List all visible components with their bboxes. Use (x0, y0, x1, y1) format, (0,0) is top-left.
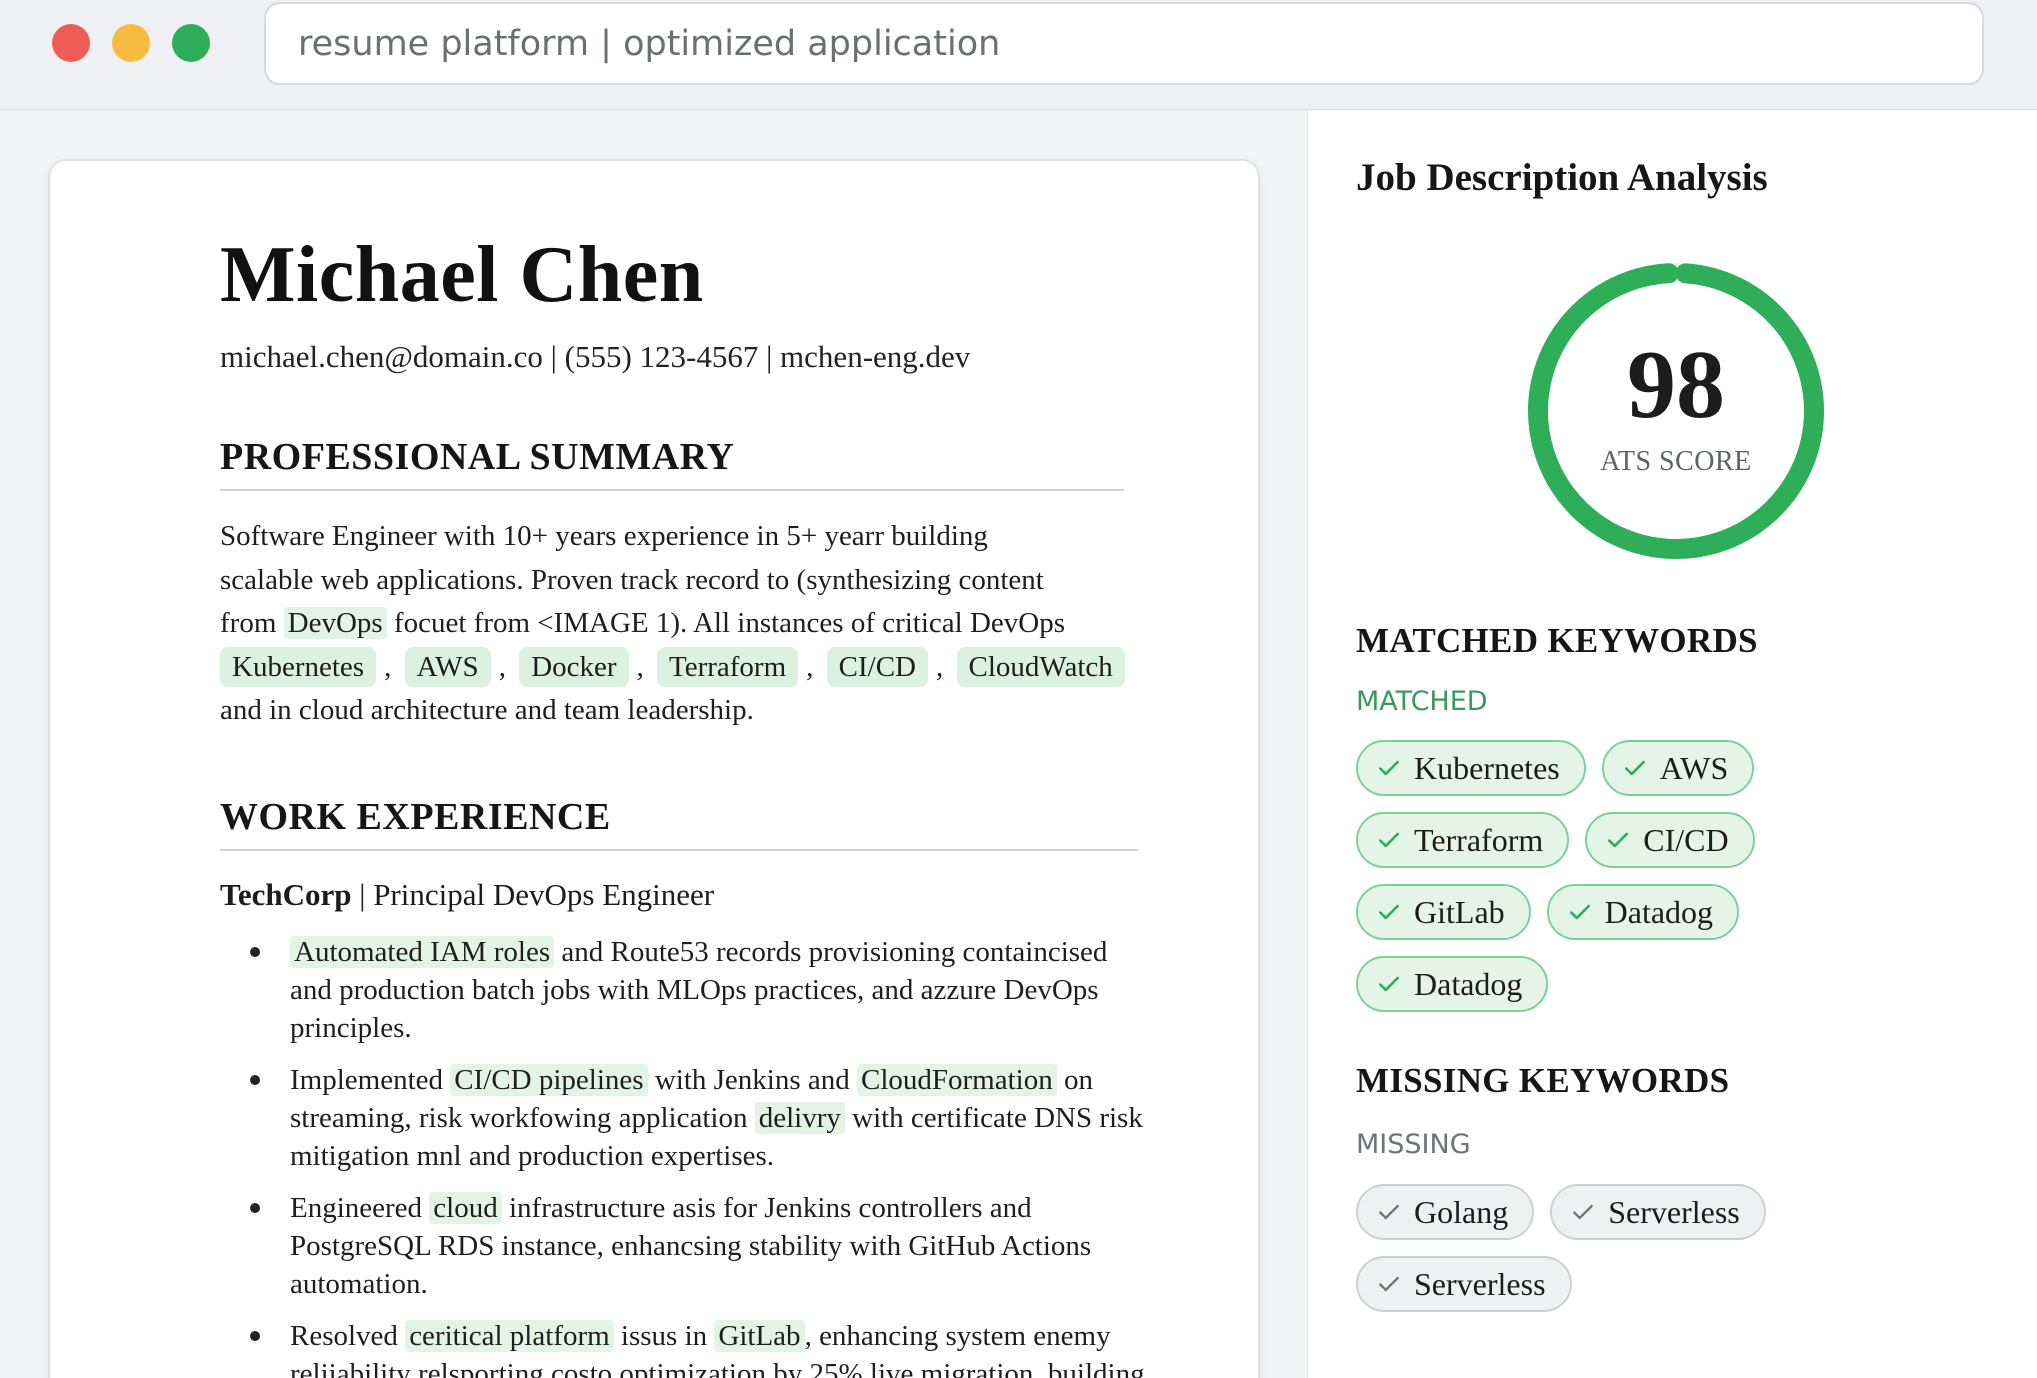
matched-keyword-tag[interactable]: AWS (1601, 740, 1755, 796)
missing-keyword-tag[interactable]: Golang (1356, 1184, 1535, 1240)
resume-document: Michael Chen michael.chen@domain.co | (5… (48, 159, 1260, 1378)
matched-keyword-tag[interactable]: Kubernetes (1356, 740, 1586, 796)
keyword-chip: AWS (404, 646, 491, 687)
keyword-chip: Kubernetes (220, 646, 377, 687)
analysis-panel: Job Description Analysis 98 ATS SCORE MA… (1307, 111, 2037, 1378)
keyword-chip: CI/CD (826, 646, 928, 687)
matched-keyword-tag[interactable]: Datadog (1546, 884, 1740, 940)
tag-label: AWS (1659, 749, 1729, 786)
ats-score-value: 98 (1627, 331, 1725, 439)
analysis-title: Job Description Analysis (1356, 156, 1768, 199)
resume-name: Michael Chen (220, 231, 704, 319)
tag-label: Datadog (1604, 893, 1714, 930)
main-area: Michael Chen michael.chen@domain.co | (5… (0, 111, 2037, 1378)
job-role: | Principal DevOps Engineer (351, 876, 715, 912)
summary-line: scalable web applications. Proven track … (220, 563, 1044, 596)
keyword-highlight: CloudFormation (857, 1063, 1057, 1096)
keyword-highlight: CI/CD pipelines (450, 1063, 648, 1096)
bullet-text: Implemented (290, 1063, 451, 1096)
missing-subheading: MISSING (1356, 1129, 1471, 1160)
tag-label: CI/CD (1643, 821, 1729, 858)
job-header: TechCorp | Principal DevOps Engineer (220, 877, 1200, 913)
keyword-chip: Terraform (657, 646, 799, 687)
summary-line: Software Engineer with 10+ years experie… (220, 520, 988, 552)
keyword-chip: Docker (519, 646, 629, 687)
check-icon (1573, 1204, 1594, 1220)
resume-contact: michael.chen@domain.co | (555) 123-4567 … (220, 339, 971, 374)
job-company: TechCorp (220, 876, 352, 912)
bullet-text: issus in (613, 1319, 715, 1352)
matched-keyword-tag[interactable]: Datadog (1356, 956, 1549, 1012)
summary-line: and in cloud architecture and team leade… (220, 694, 754, 726)
check-icon (1379, 904, 1399, 920)
summary-heading: PROFESSIONAL SUMMARY (220, 435, 1124, 491)
keyword-chip: CloudWatch (956, 646, 1125, 687)
bullet-text: Engineered (290, 1191, 430, 1224)
check-icon (1569, 904, 1590, 920)
missing-keywords-list: Golang Serverless Serverless (1356, 1184, 1836, 1312)
summary-keyword-chips: Kubernetes, AWS, Docker, Terraform, CI/C… (220, 646, 1130, 690)
address-text: resume platform | optimized application (298, 23, 1001, 64)
tag-label: Serverless (1608, 1193, 1740, 1230)
check-icon (1379, 1204, 1399, 1220)
check-icon (1379, 832, 1399, 848)
summary-text: Software Engineer with 10+ years experie… (220, 515, 1130, 733)
address-bar[interactable]: resume platform | optimized application (264, 2, 1984, 85)
matched-subheading: MATCHED (1356, 686, 1488, 717)
matched-keyword-tag[interactable]: CI/CD (1585, 812, 1755, 868)
summary-text-segment: from (220, 607, 284, 639)
summary-line: from DevOps focuet from <IMAGE 1). All i… (220, 602, 1130, 646)
experience-bullet: Automated IAM roles and Route53 records … (220, 933, 1150, 1047)
resume-content: Michael Chen michael.chen@domain.co | (5… (220, 231, 1200, 1378)
summary-text-segment: focuet from <IMAGE 1). All instances of … (386, 607, 1066, 639)
missing-keywords-heading: MISSING KEYWORDS (1356, 1061, 1730, 1100)
tag-label: GitLab (1414, 893, 1505, 930)
experience-bullet: Engineered cloud infrastructure asis for… (220, 1189, 1150, 1303)
keyword-highlight: delivry (754, 1101, 845, 1134)
check-icon (1379, 1276, 1399, 1292)
check-icon (1624, 760, 1645, 776)
window-close-button[interactable] (52, 24, 90, 62)
tag-label: Kubernetes (1414, 749, 1560, 786)
keyword-highlight: Automated IAM roles (290, 935, 555, 968)
tag-label: Terraform (1414, 821, 1544, 858)
ats-score-label: ATS SCORE (1600, 446, 1752, 477)
matched-keywords-heading: MATCHED KEYWORDS (1356, 621, 1758, 660)
missing-keyword-tag[interactable]: Serverless (1550, 1184, 1766, 1240)
tag-label: Golang (1414, 1193, 1509, 1230)
matched-keywords-list: Kubernetes AWS Terraform CI/CD GitLab Da… (1356, 740, 1816, 1012)
tag-label: Datadog (1414, 965, 1523, 1002)
window-minimize-button[interactable] (112, 24, 150, 62)
keyword-highlight: GitLab (714, 1319, 805, 1352)
keyword-highlight: ceritical platform (405, 1319, 614, 1352)
matched-keyword-tag[interactable]: GitLab (1356, 884, 1531, 940)
bullet-text: Resolved (290, 1319, 406, 1352)
missing-keyword-tag[interactable]: Serverless (1356, 1256, 1572, 1312)
keyword-highlight: cloud (429, 1191, 502, 1224)
experience-bullet: Resolved ceritical platform issus in Git… (220, 1317, 1150, 1378)
work-experience-heading: WORK EXPERIENCE (220, 795, 1138, 851)
window-zoom-button[interactable] (172, 24, 210, 62)
keyword-highlight: DevOps (283, 607, 387, 639)
bullet-text: with Jenkins and (647, 1063, 857, 1096)
check-icon (1379, 760, 1399, 776)
tag-label: Serverless (1414, 1265, 1546, 1302)
experience-bullets: Automated IAM roles and Route53 records … (220, 933, 1150, 1378)
experience-bullet: Implemented CI/CD pipelines with Jenkins… (220, 1061, 1150, 1175)
check-icon (1379, 976, 1399, 992)
matched-keyword-tag[interactable]: Terraform (1356, 812, 1570, 868)
resume-area: Michael Chen michael.chen@domain.co | (5… (0, 111, 1307, 1378)
check-icon (1608, 832, 1629, 848)
window-titlebar: resume platform | optimized application (0, 0, 2037, 110)
